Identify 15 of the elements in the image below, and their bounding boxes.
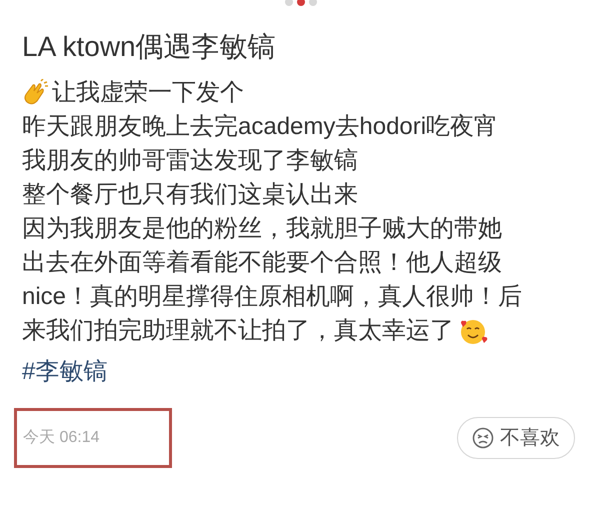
smiling-face-with-hearts-icon bbox=[458, 317, 488, 345]
post-text-line: nice！真的明星撑得住原相机啊，真人很帅！后 bbox=[22, 282, 522, 312]
post-text-line: 让我虚荣一下发个 bbox=[52, 78, 244, 108]
post-time: 今天 06:14 bbox=[23, 428, 100, 448]
post-title: LA ktown偶遇李敏镐 bbox=[22, 30, 277, 64]
hashtag-link[interactable]: #李敏镐 bbox=[22, 358, 108, 385]
post-text-line: 整个餐厅也只有我们这桌认出来 bbox=[22, 180, 358, 210]
post-text-line: 出去在外面等着看能不能要个合照！他人超级 bbox=[22, 248, 502, 278]
dislike-button[interactable]: 不喜欢 bbox=[457, 417, 575, 459]
post-text-line: 来我们拍完助理就不让拍了，真太幸运了 bbox=[22, 316, 454, 346]
frowning-face-icon bbox=[472, 427, 494, 449]
post-text-line: 我朋友的帅哥雷达发现了李敏镐 bbox=[22, 146, 358, 176]
clapping-hands-icon bbox=[22, 79, 48, 107]
post-text-line: 因为我朋友是他的粉丝，我就胆子贼大的带她 bbox=[22, 214, 502, 244]
post-text-line: 昨天跟朋友晚上去完academy去hodori吃夜宵 bbox=[22, 112, 498, 142]
